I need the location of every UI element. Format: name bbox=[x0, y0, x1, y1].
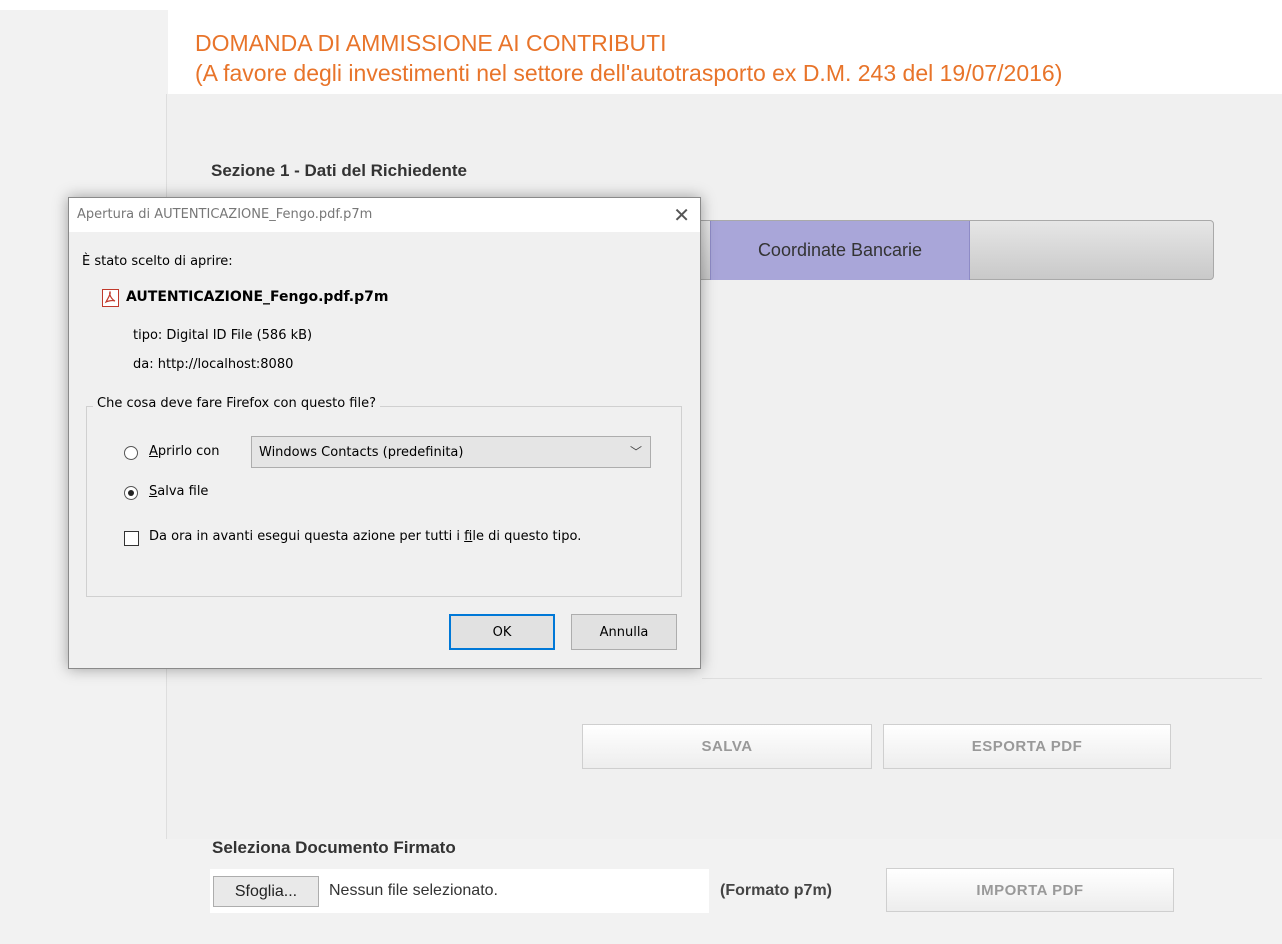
save-file-label[interactable]: Salva file bbox=[149, 484, 208, 499]
cancel-button[interactable]: Annulla bbox=[571, 614, 677, 650]
browse-button[interactable]: Sfoglia... bbox=[213, 876, 319, 907]
section-title: Sezione 1 - Dati del Richiedente bbox=[211, 161, 468, 180]
save-button[interactable]: SALVA bbox=[582, 724, 872, 769]
pdf-file-icon bbox=[102, 289, 119, 307]
download-dialog: Apertura di AUTENTICAZIONE_Fengo.pdf.p7m… bbox=[68, 197, 701, 669]
ok-button[interactable]: OK bbox=[449, 614, 555, 650]
page-subtitle: (A favore degli investimenti nel settore… bbox=[195, 60, 1063, 86]
tab-coordinate-bancarie[interactable]: Coordinate Bancarie bbox=[710, 221, 970, 280]
section-divider bbox=[702, 678, 1262, 679]
page-title: DOMANDA DI AMMISSIONE AI CONTRIBUTI bbox=[195, 30, 667, 56]
chevron-down-icon: ﹀ bbox=[629, 445, 642, 459]
file-name: AUTENTICAZIONE_Fengo.pdf.p7m bbox=[126, 289, 389, 305]
app-select[interactable]: Windows Contacts (predefinita) ﹀ bbox=[251, 436, 651, 468]
open-with-radio[interactable] bbox=[124, 446, 138, 460]
save-file-radio[interactable] bbox=[124, 486, 138, 500]
open-with-label[interactable]: Aprirlo con bbox=[149, 444, 220, 459]
dialog-title: Apertura di AUTENTICAZIONE_Fengo.pdf.p7m bbox=[77, 207, 373, 222]
upload-label: Seleziona Documento Firmato bbox=[212, 838, 456, 857]
dialog-titlebar: Apertura di AUTENTICAZIONE_Fengo.pdf.p7m… bbox=[69, 198, 700, 232]
export-pdf-button[interactable]: ESPORTA PDF bbox=[883, 724, 1171, 769]
action-question: Che cosa deve fare Firefox con questo fi… bbox=[93, 396, 380, 411]
format-label: (Formato p7m) bbox=[720, 882, 832, 899]
remember-label[interactable]: Da ora in avanti esegui questa azione pe… bbox=[149, 529, 581, 544]
file-source: da: http://localhost:8080 bbox=[133, 357, 294, 372]
remember-checkbox[interactable] bbox=[124, 531, 139, 546]
action-fieldset bbox=[86, 406, 682, 597]
file-type: tipo: Digital ID File (586 kB) bbox=[133, 328, 313, 343]
import-pdf-button[interactable]: IMPORTA PDF bbox=[886, 868, 1174, 912]
close-icon[interactable]: ✕ bbox=[673, 203, 690, 227]
app-select-value: Windows Contacts (predefinita) bbox=[259, 444, 464, 460]
no-file-text: Nessun file selezionato. bbox=[329, 882, 498, 899]
chosen-text: È stato scelto di aprire: bbox=[82, 254, 233, 269]
top-strip bbox=[0, 0, 1282, 10]
